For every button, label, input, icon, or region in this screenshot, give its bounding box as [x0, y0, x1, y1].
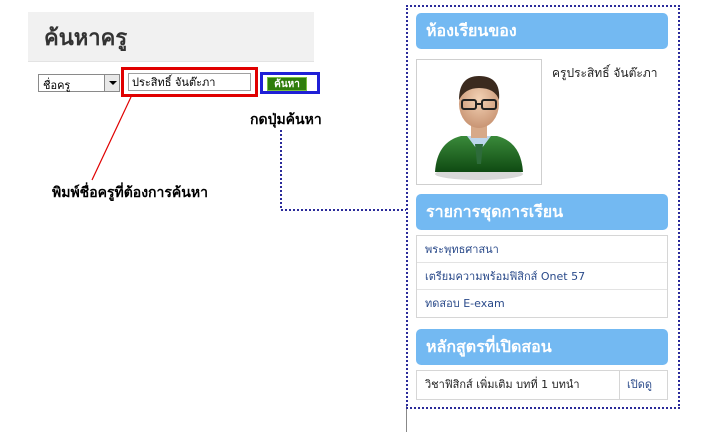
course-sets-header: รายการชุดการเรียน [416, 194, 668, 230]
teacher-avatar [416, 59, 542, 185]
open-courses-table: วิชาฟิสิกส์ เพิ่มเติม บทที่ 1 บทนำ เปิดด… [416, 370, 668, 400]
open-course-name: วิชาฟิสิกส์ เพิ่มเติม บทที่ 1 บทนำ [425, 378, 580, 391]
course-set-link[interactable]: ทดสอบ E-exam [417, 290, 667, 317]
classroom-header: ห้องเรียนของ [416, 13, 668, 49]
sidebar-edge-line [406, 405, 407, 432]
open-courses-header: หลักสูตรที่เปิดสอน [416, 329, 668, 365]
teacher-sidebar: ห้องเรียนของ ครูประสิทธิ์ จันต๊ะภา รายกา… [406, 5, 680, 409]
course-sets-list: พระพุทธศาสนา เตรียมความพร้อมฟิสิกส์ Onet… [416, 235, 668, 318]
connector-line [280, 130, 406, 211]
user-avatar-icon [435, 76, 523, 180]
course-set-link[interactable]: เตรียมความพร้อมฟิสิกส์ Onet 57 [417, 263, 667, 290]
table-divider [619, 371, 620, 399]
input-pointer-line [91, 96, 132, 181]
teacher-name: ครูประสิทธิ์ จันต๊ะภา [552, 66, 658, 80]
course-set-link[interactable]: พระพุทธศาสนา [417, 236, 667, 263]
open-course-view-link[interactable]: เปิดดู [627, 371, 652, 399]
